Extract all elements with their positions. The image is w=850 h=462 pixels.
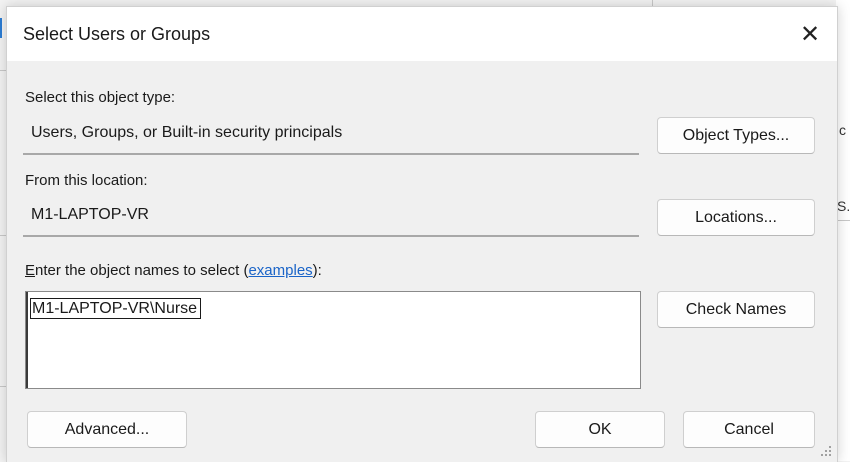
check-names-button[interactable]: Check Names xyxy=(657,291,815,328)
location-field: M1-LAPTOP-VR xyxy=(23,199,639,237)
examples-link[interactable]: examples xyxy=(248,262,312,279)
background-divider xyxy=(0,18,2,38)
object-names-value[interactable]: M1-LAPTOP-VR\Nurse xyxy=(30,298,202,319)
close-button[interactable]: ✕ xyxy=(783,7,837,61)
dialog-title: Select Users or Groups xyxy=(23,24,211,44)
cancel-button[interactable]: Cancel xyxy=(683,411,815,448)
advanced-button[interactable]: Advanced... xyxy=(27,411,187,448)
access-key: E xyxy=(25,262,36,279)
ok-button[interactable]: OK xyxy=(535,411,665,448)
title-bar: Select Users or Groups ✕ xyxy=(7,7,837,61)
object-types-button[interactable]: Object Types... xyxy=(657,117,815,154)
background-text: S. xyxy=(837,198,850,214)
label-text: nter the object names to select ( xyxy=(35,262,249,279)
background-text: c xyxy=(839,122,846,138)
select-users-dialog: Select Users or Groups ✕ Select this obj… xyxy=(6,6,838,462)
background-divider xyxy=(836,220,850,221)
resize-grip-icon[interactable] xyxy=(819,444,833,458)
location-value: M1-LAPTOP-VR xyxy=(31,206,149,223)
background-window-right xyxy=(836,0,850,461)
object-type-value: Users, Groups, or Built-in security prin… xyxy=(31,124,343,141)
object-names-input[interactable]: M1-LAPTOP-VR\Nurse xyxy=(25,291,641,389)
object-type-field: Users, Groups, or Built-in security prin… xyxy=(23,117,639,155)
object-names-label: Enter the object names to select (exampl… xyxy=(25,262,322,279)
label-end: ): xyxy=(312,262,322,279)
input-edge xyxy=(26,292,28,388)
object-type-label: Select this object type: xyxy=(25,89,176,106)
close-icon: ✕ xyxy=(799,20,821,48)
locations-button[interactable]: Locations... xyxy=(657,199,815,236)
location-label: From this location: xyxy=(25,172,148,189)
